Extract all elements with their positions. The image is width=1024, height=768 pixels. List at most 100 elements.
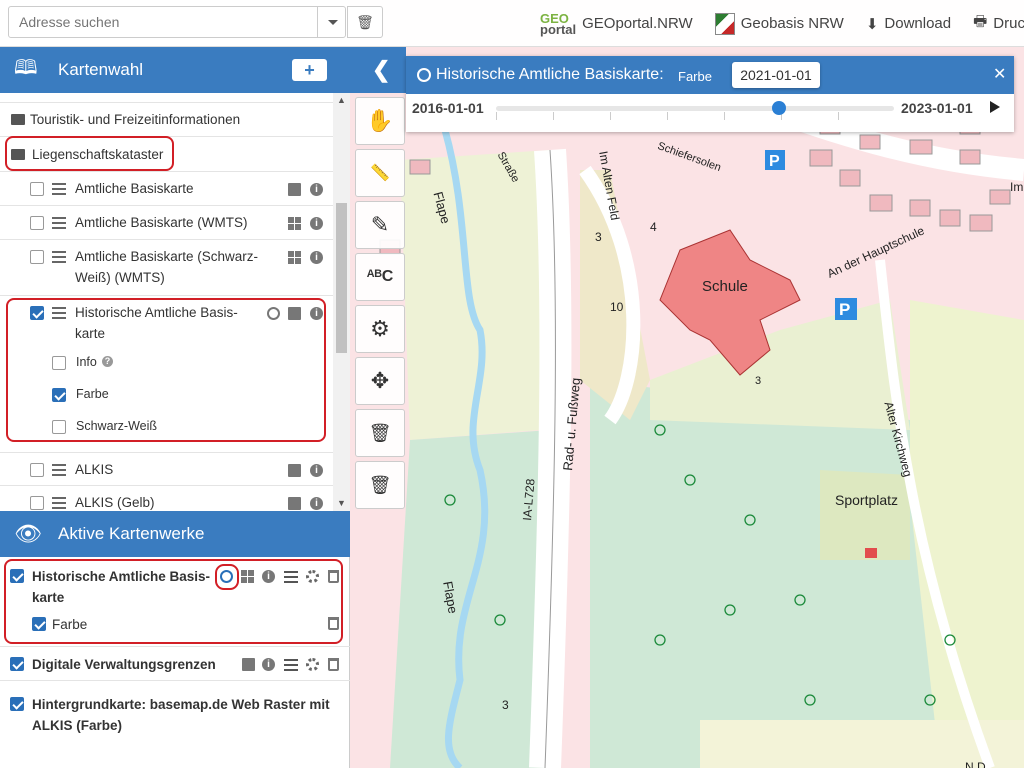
layer-item[interactable]: Amtliche Basiskarte (WMTS) i	[0, 206, 333, 240]
close-icon[interactable]: ✕	[993, 64, 1006, 84]
active-layer-checkbox[interactable]	[10, 657, 24, 671]
layer-lines-icon	[52, 251, 66, 263]
tiled-layer-icon	[288, 251, 301, 264]
tree-folder-touristik[interactable]: Touristik- und Freizeitinformationen	[0, 103, 333, 137]
active-layer-label: Hintergrundkarte: basemap.de Web Raster …	[32, 697, 330, 733]
map-label: 4	[650, 220, 657, 234]
layer-checkbox[interactable]	[30, 463, 44, 477]
draw-tool-button[interactable]: ✎	[355, 201, 405, 249]
map-label: 3	[755, 375, 762, 387]
aktive-kartenwerke-header: 👁 Aktive Kartenwerke	[0, 511, 350, 557]
info-icon[interactable]: i	[262, 658, 275, 671]
move-arrows-icon: ✥	[370, 368, 390, 393]
tree-scrollbar[interactable]: ▲ ▼	[333, 93, 350, 511]
layer-item[interactable]: ALKIS (Gelb) i	[0, 486, 333, 511]
layer-label: Amtliche Basiskarte	[75, 181, 194, 196]
map-label: Im	[1010, 180, 1024, 194]
tree-row-partial	[0, 93, 333, 103]
app-root: { "search": {"placeholder": "Adresse suc…	[0, 0, 1024, 768]
map-label: Schule	[702, 278, 748, 295]
top-bar: 🗑 GEOportal GEOportal.NRW Geobasis NRW ⬇…	[0, 0, 1024, 47]
download-link[interactable]: ⬇ Download	[866, 15, 951, 33]
time-panel-header: Historische Amtliche Basiskarte: Farbe ✕	[406, 56, 1014, 94]
layer-checkbox[interactable]	[30, 496, 44, 510]
eye-icon: 👁	[14, 521, 42, 546]
info-icon[interactable]: i	[310, 183, 323, 196]
move-tool-button[interactable]: ✥	[355, 357, 405, 405]
label-tool-button[interactable]: ᴬᴮC	[355, 253, 405, 301]
address-search: 🗑	[8, 6, 383, 38]
aktive-kartenwerke-title: Aktive Kartenwerke	[58, 524, 205, 543]
ruler-icon: 📏	[370, 165, 390, 182]
single-layer-icon	[242, 658, 255, 671]
svg-text:P: P	[839, 300, 850, 319]
nrw-coat-of-arms-icon	[714, 12, 735, 35]
map-toolbar: ✋ 📏 ✎ ᴬᴮC ⚙ ✥ 🗑 🗑	[355, 97, 405, 513]
highlight-box	[215, 564, 239, 590]
single-layer-icon	[288, 464, 301, 477]
time-slider-handle[interactable]	[771, 101, 786, 115]
layer-checkbox[interactable]	[30, 250, 44, 264]
info-icon[interactable]: i	[310, 497, 323, 510]
map-label: Sportplatz	[835, 492, 899, 508]
active-layer-verwaltungsgrenzen[interactable]: Digitale Verwaltungsgrenzen i	[0, 647, 350, 681]
layer-label: ALKIS	[75, 462, 114, 477]
time-slider-track[interactable]	[496, 106, 894, 111]
scrollbar-thumb[interactable]	[336, 203, 347, 353]
top-links: GEO portal GEOportal.NRW Geobasis NRW ⬇ D…	[540, 0, 1024, 47]
geobasis-link[interactable]: Geobasis NRW	[714, 12, 844, 35]
time-panel-variant: Farbe	[678, 69, 712, 84]
search-dropdown-toggle[interactable]	[317, 7, 347, 37]
layer-lines-icon	[52, 497, 66, 509]
info-icon[interactable]: i	[310, 251, 323, 264]
print-link[interactable]: 🖶 Druck	[973, 11, 1024, 36]
layer-lines-icon	[52, 217, 66, 229]
active-layer-hintergrundkarte[interactable]: Hintergrundkarte: basemap.de Web Raster …	[0, 681, 350, 747]
single-layer-icon	[288, 497, 301, 510]
map-tree: Touristik- und Freizeitinformationen Lie…	[0, 93, 333, 511]
legend-icon[interactable]	[284, 659, 298, 671]
highlight-box	[5, 136, 174, 171]
trash-icon[interactable]	[328, 658, 339, 671]
folder-icon	[11, 114, 25, 125]
address-search-input[interactable]	[9, 7, 315, 37]
time-slider-panel: Historische Amtliche Basiskarte: Farbe ✕…	[406, 56, 1014, 132]
trash-cursor-icon: 🗑	[368, 422, 392, 443]
single-layer-icon	[288, 183, 301, 196]
printer-icon: 🖶	[973, 13, 988, 30]
text-abc-icon: ᴬᴮC	[366, 268, 394, 285]
delete-select-tool-button[interactable]: 🗑	[355, 409, 405, 457]
highlight-box	[4, 559, 343, 644]
search-clear-button[interactable]: 🗑	[347, 6, 383, 38]
play-icon[interactable]	[990, 101, 1000, 113]
gear-cursor-icon: ⚙	[370, 316, 390, 341]
time-panel-title: Historische Amtliche Basiskarte:	[436, 66, 664, 83]
layer-checkbox[interactable]	[30, 216, 44, 230]
add-map-button[interactable]: +	[292, 59, 327, 81]
active-layer-label: Digitale Verwaltungsgrenzen	[32, 657, 216, 672]
geoportal-link[interactable]: GEO portal GEOportal.NRW	[540, 12, 693, 36]
pan-tool-button[interactable]: ✋	[355, 97, 405, 145]
delete-all-tool-button[interactable]: 🗑	[355, 461, 405, 509]
kartenwahl-title: Kartenwahl	[58, 60, 144, 79]
scroll-up-icon[interactable]: ▲	[337, 95, 346, 105]
tree-folder-label: Touristik- und Freizeitinformationen	[30, 112, 241, 127]
active-layer-checkbox[interactable]	[10, 697, 24, 711]
measure-tool-button[interactable]: 📏	[355, 149, 405, 197]
info-icon[interactable]: i	[310, 217, 323, 230]
scroll-down-icon[interactable]: ▼	[337, 498, 346, 508]
time-slider-ticks	[496, 112, 894, 120]
settings-icon[interactable]	[306, 658, 319, 671]
map-label: 10	[610, 300, 624, 314]
collapse-sidebar-button[interactable]: ❮	[372, 57, 390, 83]
hand-icon: ✋	[366, 108, 394, 133]
edit-tool-button[interactable]: ⚙	[355, 305, 405, 353]
print-label: Druck	[993, 15, 1024, 32]
info-icon[interactable]: i	[310, 464, 323, 477]
layer-item[interactable]: ALKIS i	[0, 452, 333, 486]
tiled-layer-icon	[288, 217, 301, 230]
layer-item[interactable]: Amtliche Basiskarte i	[0, 172, 333, 206]
geoportal-label: GEOportal.NRW	[582, 15, 693, 32]
layer-item[interactable]: Amtliche Basiskarte (Schwarz- Weiß) (WMT…	[0, 240, 333, 296]
layer-checkbox[interactable]	[30, 182, 44, 196]
